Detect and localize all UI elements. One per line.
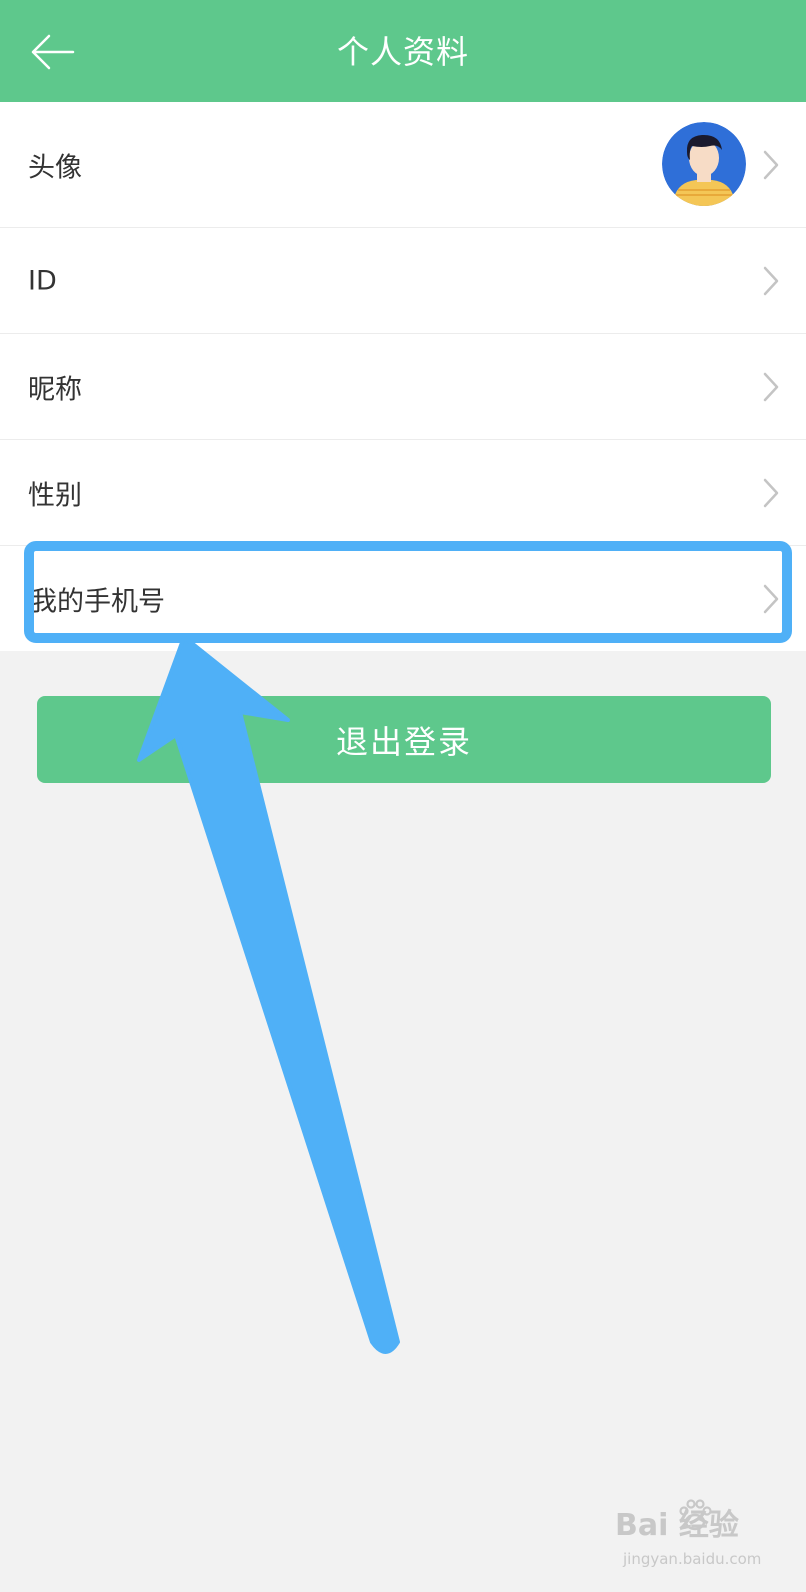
chevron-right-icon: [763, 372, 779, 401]
chevron-right-icon: [763, 584, 779, 613]
watermark-url: jingyan.baidu.com: [623, 1550, 762, 1568]
app-header: 个人资料: [0, 0, 806, 102]
avatar-row-label: 头像: [28, 152, 82, 183]
logout-button[interactable]: 退出登录: [37, 696, 771, 783]
avatar-row[interactable]: 头像: [0, 102, 806, 228]
profile-list: 头像 ID 昵称 性别 我的手机号: [0, 102, 806, 651]
id-row-label: ID: [28, 265, 57, 296]
id-row[interactable]: ID: [0, 228, 806, 334]
avatar: [662, 122, 746, 206]
chevron-right-icon: [763, 150, 779, 179]
gender-row[interactable]: 性别: [0, 440, 806, 546]
nickname-row[interactable]: 昵称: [0, 334, 806, 440]
paw-icon: [679, 1499, 712, 1531]
phone-row[interactable]: 我的手机号: [0, 546, 806, 651]
page-title: 个人资料: [336, 33, 469, 71]
gender-row-label: 性别: [28, 480, 82, 511]
chevron-right-icon: [763, 266, 779, 295]
nickname-row-label: 昵称: [28, 374, 82, 405]
chevron-right-icon: [763, 478, 779, 507]
phone-row-label: 我的手机号: [30, 586, 165, 617]
watermark: Bai 经验 jingyan.baidu.com: [615, 1499, 795, 1580]
